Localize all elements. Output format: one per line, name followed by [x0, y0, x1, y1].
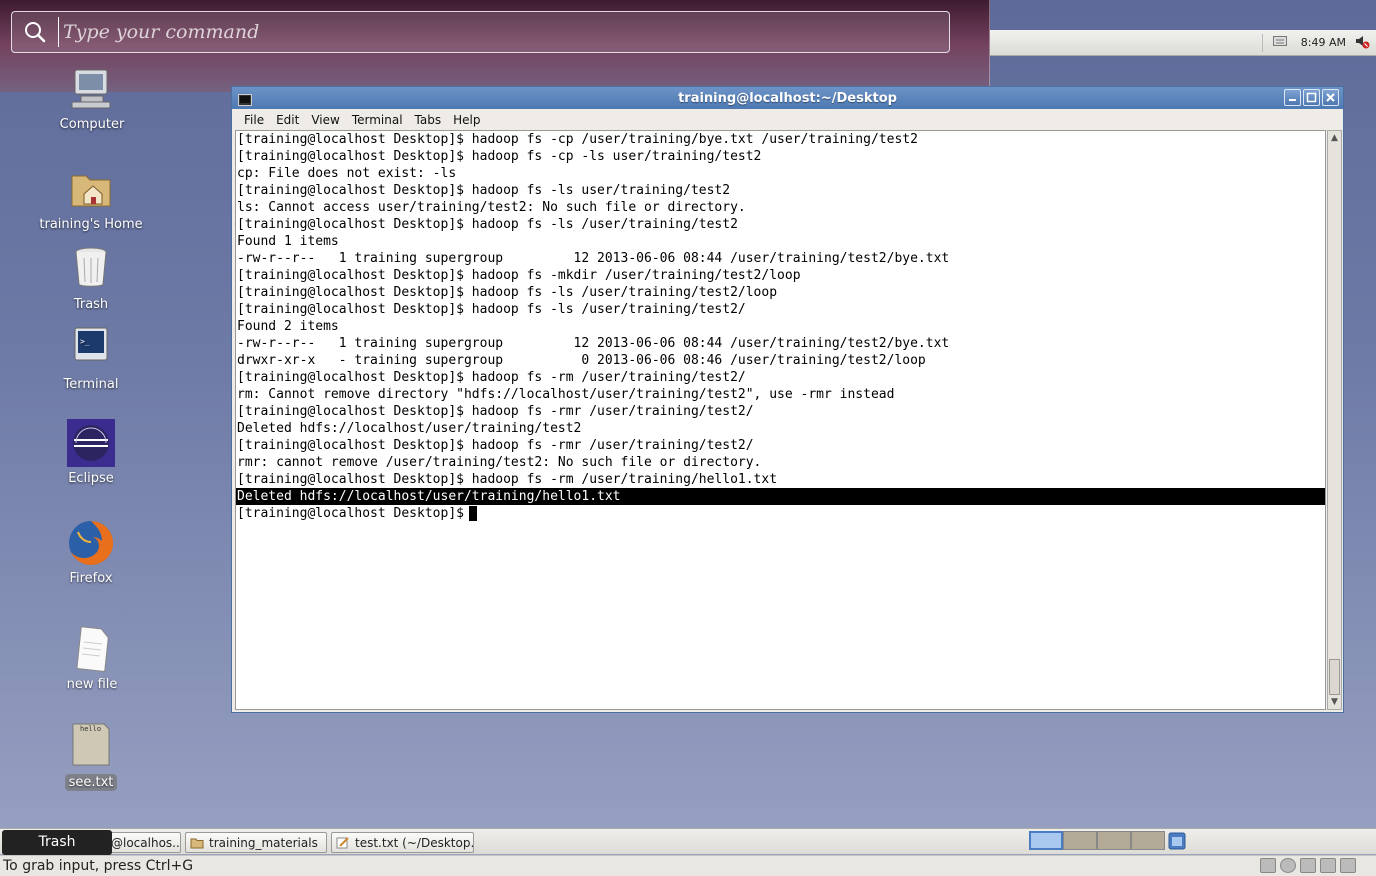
desktop-icon-trash[interactable]: Trash [31, 244, 151, 313]
desktop-icon-label: Computer [59, 117, 125, 132]
desktop-icon-new-file[interactable]: new file [32, 624, 152, 693]
menu-edit[interactable]: Edit [270, 113, 305, 127]
terminal-line: [training@localhost Desktop]$ hadoop fs … [237, 302, 746, 317]
terminal-titlebar[interactable]: training@localhost:~/Desktop [232, 87, 1343, 109]
terminal-prompt-line[interactable]: [training@localhost Desktop]$ [236, 505, 1325, 522]
volume-icon[interactable] [1354, 33, 1370, 52]
scroll-down-icon[interactable]: ▼ [1328, 695, 1341, 709]
folder-icon [190, 837, 204, 849]
tooltip: Trash [2, 830, 112, 855]
terminal-prompt: [training@localhost Desktop]$ [237, 506, 464, 521]
usb-icon[interactable] [1340, 858, 1356, 873]
terminal-line: ls: Cannot access user/training/test2: N… [237, 200, 746, 215]
desktop-icon-label: Eclipse [68, 471, 114, 486]
harddisk-icon[interactable] [1260, 858, 1276, 873]
terminal-output[interactable]: [training@localhost Desktop]$ hadoop fs … [235, 130, 1326, 710]
terminal-line: Found 2 items [237, 319, 339, 334]
command-box[interactable] [11, 11, 950, 53]
printer-icon[interactable] [1300, 858, 1316, 873]
scrollbar-thumb[interactable] [1329, 659, 1340, 695]
desktop-icon-label: training's Home [39, 217, 143, 232]
eclipse-icon [66, 418, 116, 468]
vm-status-bar: To grab input, press Ctrl+G [0, 855, 1376, 876]
terminal-line: [training@localhost Desktop]$ hadoop fs … [237, 132, 918, 147]
scroll-up-icon[interactable]: ▲ [1328, 131, 1341, 145]
workspace-1[interactable] [1029, 831, 1063, 850]
terminal-line: [training@localhost Desktop]$ hadoop fs … [237, 183, 731, 198]
top-panel: 8:49 AM [990, 30, 1376, 56]
trash-applet-icon[interactable] [1168, 832, 1186, 854]
terminal-line: cp: File does not exist: -ls [237, 166, 457, 181]
status-text: To grab input, press Ctrl+G [3, 858, 194, 874]
desktop-icon-computer[interactable]: Computer [32, 64, 152, 133]
desktop-icon-label: new file [66, 677, 118, 692]
text-file-icon: hello [66, 722, 116, 772]
terminal-line: rmr: cannot remove /user/training/test2:… [237, 455, 762, 470]
menu-view[interactable]: View [305, 113, 345, 127]
terminal-line: Found 1 items [237, 234, 339, 249]
document-icon [67, 624, 117, 674]
desktop-icon-label: Firefox [69, 571, 113, 586]
maximize-button[interactable] [1303, 89, 1320, 106]
task-label: training_materials [209, 835, 318, 850]
minimize-button[interactable] [1284, 89, 1301, 106]
workspace-4[interactable] [1131, 831, 1165, 850]
workspace-2[interactable] [1063, 831, 1097, 850]
menu-terminal[interactable]: Terminal [346, 113, 409, 127]
terminal-line: [training@localhost Desktop]$ hadoop fs … [237, 404, 754, 419]
terminal-line: [training@localhost Desktop]$ hadoop fs … [237, 370, 746, 385]
desktop-icon-eclipse[interactable]: Eclipse [31, 418, 151, 487]
desktop-icon-see-txt[interactable]: hello see.txt [31, 722, 151, 791]
home-folder-icon [66, 164, 116, 214]
desktop-icon-home[interactable]: training's Home [31, 164, 151, 233]
terminal-line: Deleted hdfs://localhost/user/training/t… [237, 421, 582, 436]
svg-text:>_: >_ [80, 337, 90, 346]
terminal-line: rm: Cannot remove directory "hdfs://loca… [237, 387, 895, 402]
desktop-icon-firefox[interactable]: Firefox [31, 518, 151, 587]
file-preview-text: hello [80, 725, 102, 733]
terminal-icon: >_ [66, 324, 116, 374]
status-icons [1260, 858, 1356, 873]
workspace-3[interactable] [1097, 831, 1131, 850]
keyboard-icon[interactable] [1272, 36, 1287, 49]
task-training-materials[interactable]: training_materials [185, 832, 327, 853]
cdrom-icon[interactable] [1280, 858, 1296, 873]
terminal-line: [training@localhost Desktop]$ hadoop fs … [237, 285, 778, 300]
menu-tabs[interactable]: Tabs [409, 113, 448, 127]
trash-icon [66, 244, 116, 294]
desktop-icon-terminal[interactable]: >_ Terminal [31, 324, 151, 393]
terminal-line: [training@localhost Desktop]$ hadoop fs … [237, 438, 754, 453]
menu-file[interactable]: File [238, 113, 270, 127]
task-test-txt[interactable]: test.txt (~/Desktop... [331, 832, 474, 853]
terminal-title: training@localhost:~/Desktop [678, 90, 897, 106]
command-input[interactable] [58, 17, 949, 47]
terminal-window[interactable]: training@localhost:~/Desktop File Edit V… [231, 86, 1344, 713]
firefox-icon [66, 518, 116, 568]
terminal-scrollbar[interactable]: ▲ ▼ [1327, 130, 1342, 710]
menu-help[interactable]: Help [447, 113, 486, 127]
terminal-line: drwxr-xr-x - training supergroup 0 2013-… [237, 353, 926, 368]
task-label: test.txt (~/Desktop... [355, 835, 474, 850]
terminal-line: [training@localhost Desktop]$ hadoop fs … [237, 268, 801, 283]
close-button[interactable] [1322, 89, 1339, 106]
terminal-line-selected: Deleted hdfs://localhost/user/training/h… [236, 488, 1325, 505]
terminal-line: [training@localhost Desktop]$ hadoop fs … [237, 217, 738, 232]
clock[interactable]: 8:49 AM [1301, 36, 1346, 49]
desktop-icon-label: Trash [73, 297, 109, 312]
task-label: @localhos... [111, 835, 181, 850]
desktop-icon-label: see.txt [64, 774, 118, 791]
desktop-icon-label: Terminal [63, 377, 119, 392]
terminal-menubar: File Edit View Terminal Tabs Help [232, 109, 1343, 130]
terminal-line: [training@localhost Desktop]$ hadoop fs … [237, 149, 762, 164]
terminal-line: [training@localhost Desktop]$ hadoop fs … [237, 472, 778, 487]
search-icon [12, 11, 58, 53]
terminal-line: -rw-r--r-- 1 training supergroup 12 2013… [237, 336, 950, 351]
panel-separator [1261, 33, 1263, 52]
text-cursor [468, 506, 477, 521]
network-icon[interactable] [1320, 858, 1336, 873]
terminal-line: -rw-r--r-- 1 training supergroup 12 2013… [237, 251, 950, 266]
text-editor-icon [336, 836, 350, 849]
computer-icon [67, 64, 117, 114]
